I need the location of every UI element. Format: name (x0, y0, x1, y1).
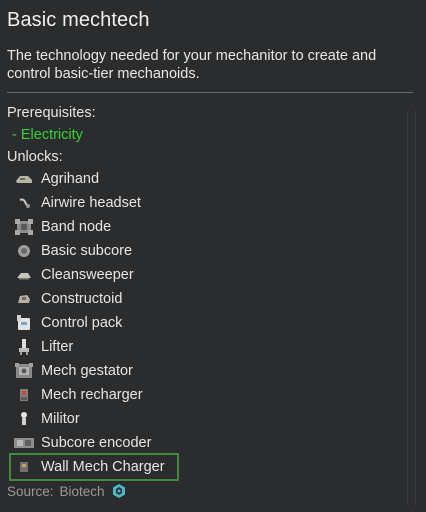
unlock-item-mech-gestator[interactable]: Mech gestator (11, 359, 401, 383)
unlock-label: Constructoid (41, 291, 123, 307)
scrollbar-thumb[interactable] (408, 110, 415, 506)
prerequisites-label: Prerequisites: (7, 105, 96, 121)
unlock-item-militor[interactable]: Militor (11, 407, 401, 431)
divider (7, 92, 413, 93)
unlock-item-cleansweeper[interactable]: Cleansweeper (11, 263, 401, 287)
unlock-item-lifter[interactable]: Lifter (11, 335, 401, 359)
unlock-item-subcore-encoder[interactable]: Subcore encoder (11, 431, 401, 455)
prerequisite-electricity[interactable]: - Electricity (12, 127, 83, 143)
lifter-icon (13, 336, 35, 358)
unlock-label: Band node (41, 219, 112, 235)
control-pack-icon (13, 312, 35, 334)
airwire-headset-icon (13, 192, 35, 214)
research-title: Basic mechtech (7, 9, 150, 31)
subcore-encoder-icon (13, 432, 35, 454)
source-value: Biotech (59, 483, 105, 499)
unlock-label: Mech recharger (41, 387, 143, 403)
unlock-item-agrihand[interactable]: Agrihand (11, 167, 401, 191)
research-info-panel: Basic mechtech The technology needed for… (0, 0, 426, 512)
agrihand-icon (13, 168, 35, 190)
unlock-item-mech-recharger[interactable]: Mech recharger (11, 383, 401, 407)
unlock-label: Subcore encoder (41, 435, 152, 451)
unlock-label: Wall Mech Charger (41, 459, 165, 475)
research-description: The technology needed for your mechanito… (7, 48, 377, 82)
biotech-icon (111, 483, 127, 499)
unlock-label: Basic subcore (41, 243, 133, 259)
unlock-label: Militor (41, 411, 80, 427)
unlock-item-control-pack[interactable]: Control pack (11, 311, 401, 335)
unlock-item-band-node[interactable]: Band node (11, 215, 401, 239)
unlock-label: Agrihand (41, 171, 100, 187)
basic-subcore-icon (13, 240, 35, 262)
unlock-label: Mech gestator (41, 363, 133, 379)
band-node-icon (13, 216, 35, 238)
unlocks-list: Agrihand Airwire headset Band node Basic… (9, 167, 401, 481)
scrollbar[interactable] (407, 108, 416, 508)
unlock-item-basic-subcore[interactable]: Basic subcore (11, 239, 401, 263)
unlock-item-airwire-headset[interactable]: Airwire headset (11, 191, 401, 215)
unlock-item-wall-mech-charger[interactable]: Wall Mech Charger (9, 453, 179, 481)
cleansweeper-icon (13, 264, 35, 286)
mech-gestator-icon (13, 360, 35, 382)
wall-mech-charger-icon (13, 456, 35, 478)
constructoid-icon (13, 288, 35, 310)
research-source: Source: Biotech (7, 483, 127, 499)
unlock-label: Airwire headset (41, 195, 141, 211)
unlock-label: Cleansweeper (41, 267, 134, 283)
unlock-label: Lifter (41, 339, 74, 355)
unlock-item-constructoid[interactable]: Constructoid (11, 287, 401, 311)
militor-icon (13, 408, 35, 430)
unlock-label: Control pack (41, 315, 123, 331)
unlocks-label: Unlocks: (7, 149, 63, 165)
source-label: Source: (7, 483, 54, 499)
mech-recharger-icon (13, 384, 35, 406)
